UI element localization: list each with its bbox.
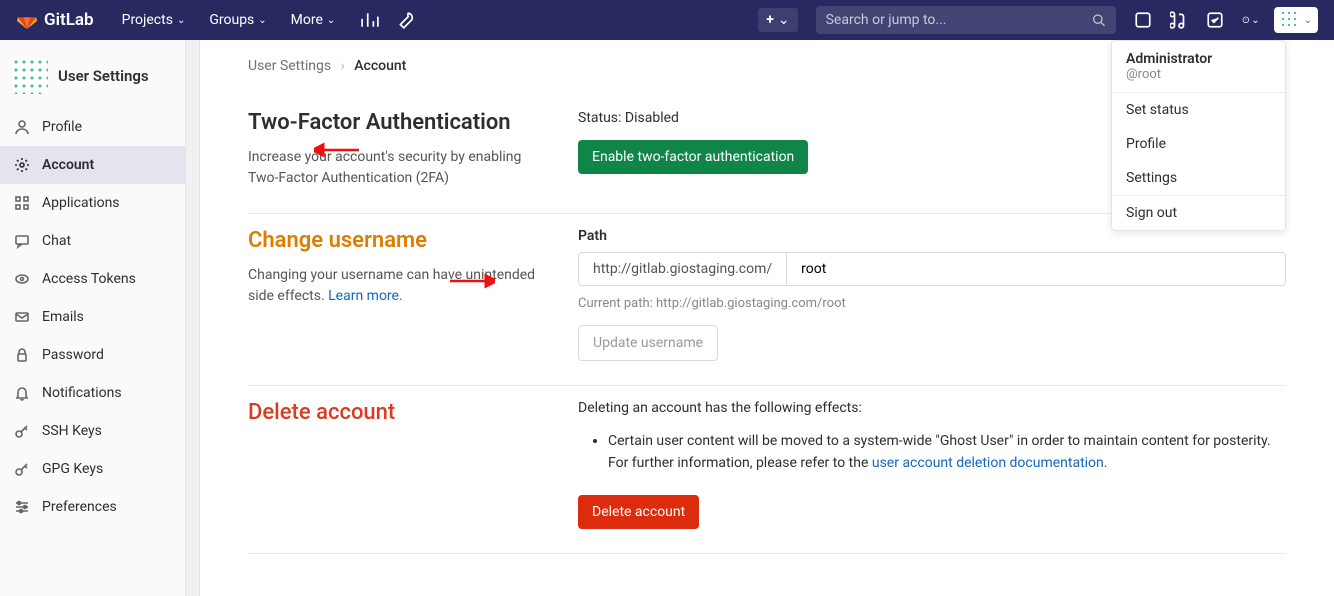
learn-more-link[interactable]: Learn more	[328, 288, 399, 304]
sidebar-item-ssh-keys[interactable]: SSH Keys	[0, 412, 199, 450]
nav-groups[interactable]: Groups⌄	[201, 6, 274, 34]
lock-icon	[14, 347, 30, 363]
dropdown-profile[interactable]: Profile	[1112, 127, 1285, 161]
sidebar-item-emails[interactable]: Emails	[0, 298, 199, 336]
dropdown-header: Administrator @root	[1112, 41, 1285, 93]
chevron-down-icon: ⌄	[177, 15, 185, 26]
enable-2fa-button[interactable]: Enable two-factor authentication	[578, 140, 808, 174]
bell-icon	[14, 385, 30, 401]
breadcrumb-root[interactable]: User Settings	[248, 58, 331, 74]
section-delete: Delete account Deleting an account has t…	[248, 386, 1286, 554]
sidebar-item-chat[interactable]: Chat	[0, 222, 199, 260]
username-desc: Changing your username can have unintend…	[248, 265, 538, 307]
user-dropdown: Administrator @root Set status Profile S…	[1111, 40, 1286, 231]
sidebar: User Settings Profile Account Applicatio…	[0, 40, 200, 596]
dropdown-sign-out[interactable]: Sign out	[1112, 196, 1285, 230]
sliders-icon	[14, 499, 30, 515]
user-menu-button[interactable]: ⌄	[1274, 7, 1318, 33]
email-icon	[14, 309, 30, 325]
svg-text:?: ?	[1245, 17, 1247, 22]
sidebar-item-preferences[interactable]: Preferences	[0, 488, 199, 526]
dropdown-username: Administrator	[1126, 51, 1271, 67]
plus-icon: +	[766, 12, 774, 28]
sidebar-title: User Settings	[58, 67, 149, 85]
chevron-down-icon: ⌄	[1304, 15, 1312, 26]
new-button[interactable]: +⌄	[758, 8, 797, 32]
brand-label: GitLab	[44, 10, 94, 30]
search-icon	[1092, 13, 1105, 27]
chevron-down-icon: ⌄	[1251, 15, 1259, 26]
delete-effects-list: Certain user content will be moved to a …	[608, 430, 1286, 475]
twofa-title: Two-Factor Authentication	[248, 110, 538, 135]
topbar: GitLab Projects⌄ Groups⌄ More⌄ +⌄ ?⌄ ⌄	[0, 0, 1334, 40]
gitlab-logo[interactable]: GitLab	[16, 9, 94, 31]
search-bar[interactable]	[816, 6, 1116, 34]
sidebar-item-gpg-keys[interactable]: GPG Keys	[0, 450, 199, 488]
delete-account-button[interactable]: Delete account	[578, 495, 699, 529]
current-path-hint: Current path: http://gitlab.giostaging.c…	[578, 296, 1286, 311]
scrollbar[interactable]	[185, 40, 199, 596]
delete-intro: Deleting an account has the following ef…	[578, 400, 1286, 416]
username-title: Change username	[248, 228, 538, 253]
sidebar-item-profile[interactable]: Profile	[0, 108, 199, 146]
breadcrumb-current: Account	[354, 58, 406, 74]
key-icon	[14, 461, 30, 477]
nav-items: Projects⌄ Groups⌄ More⌄	[114, 6, 344, 34]
chevron-right-icon: ›	[341, 58, 345, 74]
deletion-doc-link[interactable]: user account deletion documentation	[872, 455, 1104, 471]
dropdown-set-status[interactable]: Set status	[1112, 93, 1285, 127]
delete-title: Delete account	[248, 400, 538, 425]
activity-icon[interactable]	[361, 11, 379, 29]
twofa-desc: Increase your account's security by enab…	[248, 147, 538, 189]
todos-icon[interactable]	[1206, 11, 1224, 29]
list-item: Certain user content will be moved to a …	[608, 430, 1286, 475]
avatar	[1280, 10, 1300, 30]
nav-projects[interactable]: Projects⌄	[114, 6, 194, 34]
chevron-down-icon: ⌄	[258, 15, 266, 26]
chat-icon	[14, 233, 30, 249]
merge-requests-icon[interactable]	[1170, 11, 1188, 29]
path-prefix: http://gitlab.giostaging.com/	[578, 252, 786, 286]
sidebar-item-access-tokens[interactable]: Access Tokens	[0, 260, 199, 298]
chevron-down-icon: ⌄	[327, 15, 335, 26]
tanuki-icon	[16, 9, 38, 31]
sidebar-item-account[interactable]: Account	[0, 146, 199, 184]
username-input[interactable]	[786, 252, 1286, 286]
wrench-icon[interactable]	[397, 11, 415, 29]
token-icon	[14, 271, 30, 287]
avatar	[12, 58, 48, 94]
update-username-button[interactable]: Update username	[578, 325, 718, 361]
sidebar-item-applications[interactable]: Applications	[0, 184, 199, 222]
profile-icon	[14, 119, 30, 135]
gear-icon	[14, 157, 30, 173]
sidebar-header: User Settings	[0, 48, 199, 108]
issues-icon[interactable]	[1134, 11, 1152, 29]
nav-more[interactable]: More⌄	[283, 6, 344, 34]
section-username: Change username Changing your username c…	[248, 214, 1286, 386]
chevron-down-icon: ⌄	[778, 12, 790, 28]
dropdown-settings[interactable]: Settings	[1112, 161, 1285, 195]
key-icon	[14, 423, 30, 439]
dropdown-handle: @root	[1126, 67, 1271, 82]
sidebar-item-notifications[interactable]: Notifications	[0, 374, 199, 412]
help-icon[interactable]: ?⌄	[1242, 11, 1260, 29]
apps-icon	[14, 195, 30, 211]
search-input[interactable]	[826, 12, 1093, 28]
content: User Settings › Account Two-Factor Authe…	[200, 40, 1334, 596]
sidebar-item-password[interactable]: Password	[0, 336, 199, 374]
